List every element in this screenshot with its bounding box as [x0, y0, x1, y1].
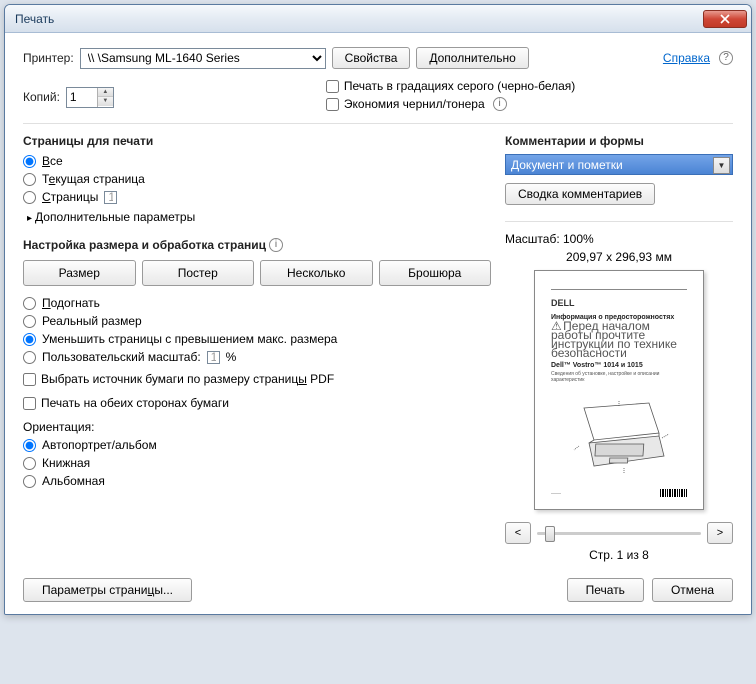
print-button[interactable]: Печать [567, 578, 644, 602]
printer-select[interactable]: \\ \Samsung ML-1640 Series [80, 48, 326, 69]
tab-multiple[interactable]: Несколько [260, 260, 373, 286]
grayscale-checkbox[interactable] [326, 80, 339, 93]
dimensions-label: 209,97 x 296,93 мм [505, 250, 733, 264]
size-section-title: Настройка размера и обработка страниц [23, 238, 266, 252]
dialog-body: Принтер: \\ \Samsung ML-1640 Series Свой… [5, 33, 751, 614]
copies-input[interactable] [67, 88, 97, 107]
radio-fit-label: Подогнать [42, 296, 100, 310]
tab-poster[interactable]: Постер [142, 260, 255, 286]
radio-portrait[interactable] [23, 457, 36, 470]
chevron-right-icon: ▸ [27, 213, 32, 224]
radio-landscape[interactable] [23, 475, 36, 488]
help-icon[interactable]: ? [719, 51, 733, 65]
pages-section-title: Страницы для печати [23, 134, 491, 148]
radio-landscape-label: Альбомная [42, 474, 105, 488]
radio-portrait-label: Книжная [42, 456, 90, 470]
scale-label: Масштаб: 100% [505, 232, 733, 246]
radio-current-label: Текущая страница [42, 172, 145, 186]
help-link[interactable]: Справка [663, 51, 710, 65]
radio-custom-label: Пользовательский масштаб: [42, 350, 201, 364]
custom-scale-input[interactable] [207, 351, 220, 364]
radio-actual-label: Реальный размер [42, 314, 142, 328]
printer-label: Принтер: [23, 51, 74, 65]
spinner-down[interactable]: ▼ [98, 97, 113, 106]
radio-all[interactable] [23, 155, 36, 168]
spinner-up[interactable]: ▲ [98, 88, 113, 97]
paper-source-label: Выбрать источник бумаги по размеру стран… [41, 372, 334, 386]
next-page-button[interactable]: > [707, 522, 733, 544]
copies-label: Копий: [23, 90, 60, 104]
page-setup-button[interactable]: Параметры страницы... [23, 578, 192, 602]
page-indicator: Стр. 1 из 8 [505, 548, 733, 562]
tab-size[interactable]: Размер [23, 260, 136, 286]
properties-button[interactable]: Свойства [332, 47, 411, 69]
radio-shrink[interactable] [23, 333, 36, 346]
close-icon [720, 14, 730, 24]
left-column: Страницы для печати Все Текущая страница… [23, 134, 491, 562]
radio-auto-label: Автопортрет/альбом [42, 438, 157, 452]
chevron-down-icon: ▼ [713, 157, 730, 174]
paper-source-checkbox[interactable] [23, 373, 36, 386]
right-column: Комментарии и формы Документ и пометки ▼… [505, 134, 733, 562]
advanced-button[interactable]: Дополнительно [416, 47, 528, 69]
radio-auto-orient[interactable] [23, 439, 36, 452]
titlebar: Печать [5, 5, 751, 33]
more-options-toggle[interactable]: ▸Дополнительные параметры [27, 210, 491, 224]
orientation-title: Ориентация: [23, 420, 491, 434]
window-title: Печать [15, 12, 703, 26]
radio-shrink-label: Уменьшить страницы с превышением макс. р… [42, 332, 337, 346]
barcode-icon [660, 489, 687, 497]
radio-pages[interactable] [23, 191, 36, 204]
info-icon[interactable]: i [269, 238, 283, 252]
info-icon[interactable]: i [493, 97, 507, 111]
radio-fit[interactable] [23, 297, 36, 310]
ink-save-label: Экономия чернил/тонера [344, 97, 485, 111]
slider-thumb[interactable] [545, 526, 555, 542]
prev-page-button[interactable]: < [505, 522, 531, 544]
print-preview: DELL Информация о предосторожностях ⚠ Пе… [534, 270, 704, 510]
radio-actual[interactable] [23, 315, 36, 328]
radio-pages-label: Страницы [42, 190, 98, 204]
radio-current[interactable] [23, 173, 36, 186]
summary-button[interactable]: Сводка комментариев [505, 183, 655, 205]
preview-logo: DELL [551, 298, 687, 308]
print-dialog: Печать Принтер: \\ \Samsung ML-1640 Seri… [4, 4, 752, 615]
copies-spinner[interactable]: ▲ ▼ [66, 87, 114, 108]
cancel-button[interactable]: Отмена [652, 578, 733, 602]
close-button[interactable] [703, 10, 747, 28]
comments-title: Комментарии и формы [505, 134, 733, 148]
comments-dropdown[interactable]: Документ и пометки ▼ [505, 154, 733, 175]
page-slider[interactable] [537, 532, 701, 535]
radio-custom-scale[interactable] [23, 351, 36, 364]
tab-booklet[interactable]: Брошюра [379, 260, 492, 286]
duplex-checkbox[interactable] [23, 397, 36, 410]
pages-range-input[interactable] [104, 191, 117, 204]
grayscale-label: Печать в градациях серого (черно-белая) [344, 79, 575, 93]
duplex-label: Печать на обеих сторонах бумаги [41, 396, 229, 410]
radio-all-label: Все [42, 154, 63, 168]
ink-save-checkbox[interactable] [326, 98, 339, 111]
laptop-illustration [551, 392, 687, 483]
